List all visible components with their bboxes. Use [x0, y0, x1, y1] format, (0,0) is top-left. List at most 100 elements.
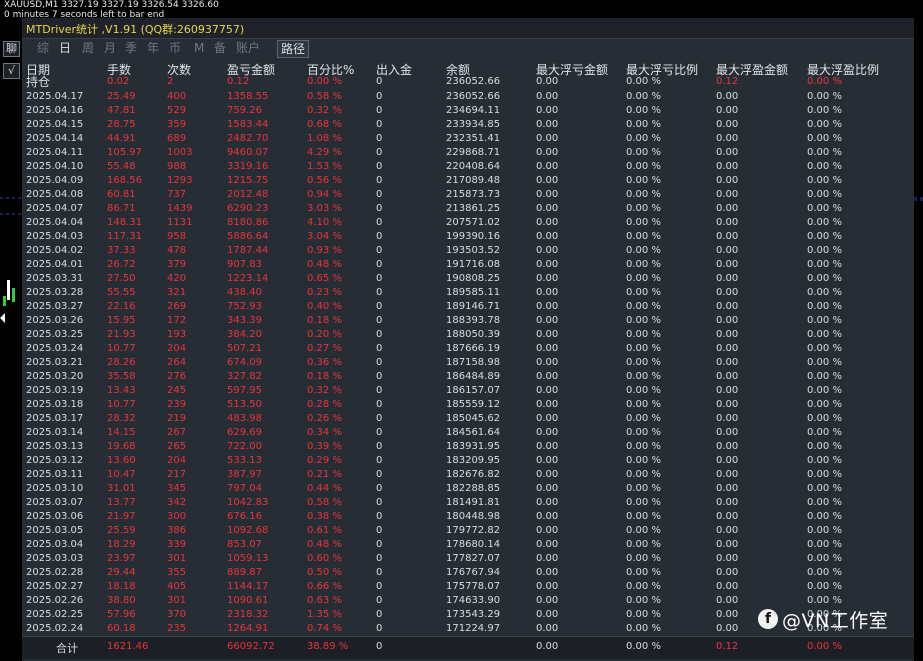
cell-balance: 185559.12: [446, 399, 501, 410]
cell-max-loss: 0.00: [536, 217, 559, 228]
cell-count: 958: [167, 231, 187, 242]
table-row[interactable]: 2025.03.24 10.77 204 507.21 0.27 % 0 187666.19…: [22, 342, 914, 356]
tab-m[interactable]: M: [194, 40, 204, 56]
cell-max-profit: 0.00: [716, 147, 739, 158]
table-row[interactable]: 2025.03.07 13.77 342 1042.83 0.58 % 0 181491.8…: [22, 496, 914, 510]
cell-max-profit: 0.00: [716, 595, 739, 606]
table-row[interactable]: 2025.03.11 10.47 217 387.97 0.21 % 0 182676.82…: [22, 468, 914, 482]
cell-max-profit-pct: 0.00 %: [807, 525, 842, 536]
cell-max-profit: 0.00: [716, 469, 739, 480]
side-button-chat[interactable]: 聊: [3, 41, 20, 57]
cell-lots: 23.97: [107, 553, 136, 564]
cell-pct: 0.65 %: [307, 273, 342, 284]
tab-day[interactable]: 日: [59, 40, 71, 56]
table-row[interactable]: 2025.03.27 22.16 269 752.93 0.40 % 0 189146.71…: [22, 300, 914, 314]
cell-max-loss-pct: 0.00 %: [626, 119, 661, 130]
tab-account[interactable]: 账户: [236, 40, 260, 56]
table-row[interactable]: 2025.03.03 23.97 301 1059.13 0.60 % 0 177827.0…: [22, 552, 914, 566]
cell-max-profit-pct: 0.00 %: [807, 357, 842, 368]
table-row[interactable]: 2025.04.17 25.49 400 1358.55 0.58 % 0 236052.6…: [22, 90, 914, 104]
cell-pct: 0.63 %: [307, 595, 342, 606]
table-row[interactable]: 2025.04.09 168.56 1293 1215.75 0.56 % 0 217089…: [22, 174, 914, 188]
cell-date: 2025.04.04: [26, 217, 84, 228]
cell-pnl: 2482.70: [227, 133, 269, 144]
table-row[interactable]: 2025.03.20 35.58 276 327.82 0.18 % 0 186484.89…: [22, 370, 914, 384]
table-row[interactable]: 2025.02.27 18.18 405 1144.17 0.66 % 0 175778.0…: [22, 580, 914, 594]
cell-pnl: 2318.32: [227, 609, 269, 620]
cell-lots: 168.56: [107, 175, 142, 186]
table-row[interactable]: 2025.03.14 14.15 267 629.69 0.34 % 0 184561.64…: [22, 426, 914, 440]
table-row[interactable]: 2025.03.18 10.77 239 513.50 0.28 % 0 185559.12…: [22, 398, 914, 412]
cell-balance: 186484.89: [446, 371, 501, 382]
table-row[interactable]: 2025.03.31 27.50 420 1223.14 0.65 % 0 190808.2…: [22, 272, 914, 286]
cell-count: 204: [167, 343, 187, 354]
table-row[interactable]: 2025.04.11 105.97 1003 9460.07 4.29 % 0 229868…: [22, 146, 914, 160]
cell-max-profit-pct: 0.00 %: [807, 189, 842, 200]
cell-max-loss-pct: 0.00 %: [626, 623, 661, 634]
cell-inout: 0: [376, 427, 383, 438]
table-row[interactable]: 2025.04.04 148.31 1131 8180.86 4.10 % 0 207571…: [22, 216, 914, 230]
tab-month[interactable]: 月: [104, 40, 116, 56]
holding-max-loss-pct: 0.00 %: [626, 76, 661, 87]
tab-year[interactable]: 年: [147, 40, 159, 56]
total-max-profit-pct: 0.00 %: [807, 641, 842, 652]
table-row[interactable]: 2025.02.28 29.44 355 889.87 0.50 % 0 176767.94…: [22, 566, 914, 580]
side-button-check[interactable]: √: [3, 63, 20, 79]
tab-quarter[interactable]: 季: [125, 40, 137, 56]
table-row[interactable]: 2025.03.21 28.26 264 674.09 0.36 % 0 187158.98…: [22, 356, 914, 370]
cell-max-loss-pct: 0.00 %: [626, 553, 661, 564]
cell-date: 2025.04.10: [26, 161, 84, 172]
table-row[interactable]: 2025.03.12 13.60 204 533.13 0.29 % 0 183209.95…: [22, 454, 914, 468]
tab-path[interactable]: 路径: [277, 40, 310, 58]
cell-max-profit-pct: 0.00 %: [807, 469, 842, 480]
table-row[interactable]: 2025.04.03 117.31 958 5886.64 3.04 % 0 199390.…: [22, 230, 914, 244]
cell-max-profit-pct: 0.00 %: [807, 343, 842, 354]
cell-inout: 0: [376, 483, 383, 494]
cell-balance: 174633.90: [446, 595, 501, 606]
table-row[interactable]: 2025.03.05 25.59 386 1092.68 0.61 % 0 179772.8…: [22, 524, 914, 538]
table-row[interactable]: 2025.04.16 47.81 529 759.26 0.32 % 0 234694.11…: [22, 104, 914, 118]
table-row[interactable]: 2025.03.19 13.43 245 597.95 0.32 % 0 186157.07…: [22, 384, 914, 398]
cell-count: 1003: [167, 147, 193, 158]
cell-date: 2025.03.03: [26, 553, 84, 564]
cell-count: 345: [167, 483, 187, 494]
table-row[interactable]: 2025.03.28 55.55 321 438.40 0.23 % 0 189585.11…: [22, 286, 914, 300]
cell-max-loss: 0.00: [536, 301, 559, 312]
table-row[interactable]: 2025.04.15 28.75 359 1583.44 0.68 % 0 233934.8…: [22, 118, 914, 132]
holding-lots: 0.02: [107, 76, 130, 87]
cell-date: 2025.02.25: [26, 609, 84, 620]
table-row[interactable]: 2025.03.13 19.68 265 722.00 0.39 % 0 183931.95…: [22, 440, 914, 454]
candle: [7, 280, 10, 300]
watermark-text: @VN工作室: [782, 609, 889, 632]
cell-max-profit-pct: 0.00 %: [807, 399, 842, 410]
tab-week[interactable]: 周: [82, 40, 94, 56]
table-row[interactable]: 2025.03.04 18.29 339 853.07 0.48 % 0 178680.14…: [22, 538, 914, 552]
table-row[interactable]: 2025.03.06 21.97 300 676.16 0.38 % 0 180448.98…: [22, 510, 914, 524]
tab-currency[interactable]: 币: [169, 40, 181, 56]
table-row[interactable]: 2025.03.26 15.95 172 343.39 0.18 % 0 188393.78…: [22, 314, 914, 328]
cell-pct: 0.29 %: [307, 455, 342, 466]
table-row[interactable]: 2025.03.25 21.93 193 384.20 0.20 % 0 188050.39…: [22, 328, 914, 342]
total-label: 合计: [56, 642, 78, 655]
table-row[interactable]: 2025.04.14 44.91 689 2482.70 1.08 % 0 232351.4…: [22, 132, 914, 146]
cell-count: 1293: [167, 175, 193, 186]
tab-backup[interactable]: 备: [214, 40, 226, 56]
holding-max-profit-pct: 0.00 %: [807, 76, 842, 87]
cell-max-profit-pct: 0.00 %: [807, 511, 842, 522]
cell-max-profit: 0.00: [716, 175, 739, 186]
table-row[interactable]: 2025.03.17 28.32 219 483.98 0.26 % 0 185045.62…: [22, 412, 914, 426]
tab-summary[interactable]: 综: [37, 40, 49, 56]
cell-max-loss-pct: 0.00 %: [626, 371, 661, 382]
cell-lots: 18.29: [107, 539, 136, 550]
cell-date: 2025.03.17: [26, 413, 84, 424]
table-row[interactable]: 2025.04.08 60.81 737 2012.48 0.94 % 0 215873.7…: [22, 188, 914, 202]
table-row[interactable]: 2025.04.02 37.33 478 1787.44 0.93 % 0 193503.5…: [22, 244, 914, 258]
cell-max-loss: 0.00: [536, 357, 559, 368]
table-row[interactable]: 2025.04.10 55.48 988 3319.16 1.53 % 0 220408.6…: [22, 160, 914, 174]
cell-pnl: 1215.75: [227, 175, 269, 186]
table-row[interactable]: 2025.04.07 86.71 1439 6290.23 3.03 % 0 213861.…: [22, 202, 914, 216]
cell-date: 2025.04.03: [26, 231, 84, 242]
table-row[interactable]: 2025.03.10 31.01 345 797.04 0.44 % 0 182288.85…: [22, 482, 914, 496]
table-row[interactable]: 2025.04.01 26.72 379 907.83 0.48 % 0 191716.08…: [22, 258, 914, 272]
window-titlebar[interactable]: MTDriver统计 ,V1.91 (QQ群:260937757): [22, 18, 914, 39]
